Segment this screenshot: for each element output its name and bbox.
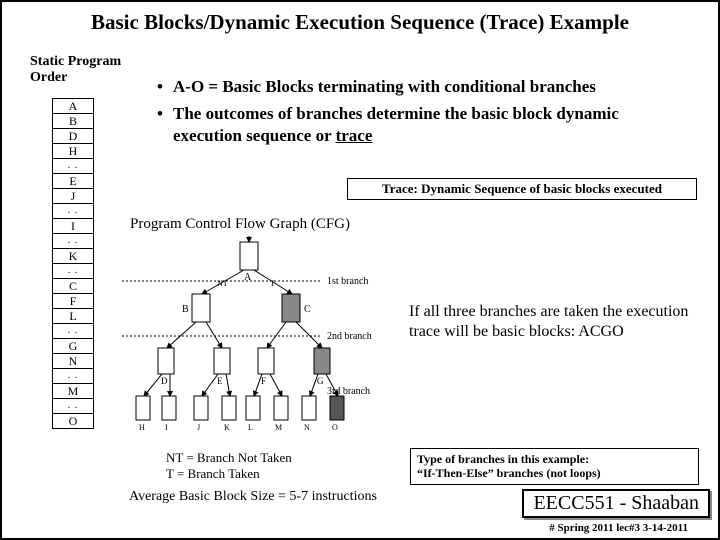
svg-text:K: K (224, 423, 230, 432)
block-cell: B (53, 114, 94, 129)
block-cell: F (53, 294, 94, 309)
footer-course-box: EECC551 - Shaaban (522, 489, 710, 518)
block-cell: M (53, 384, 94, 399)
slide-title: Basic Blocks/Dynamic Execution Sequence … (2, 10, 718, 35)
svg-text:H: H (139, 423, 145, 432)
block-cell: D (53, 129, 94, 144)
block-cell: H (53, 144, 94, 159)
legend: NT = Branch Not Taken T = Branch Taken (166, 450, 292, 483)
trace-definition-box: Trace: Dynamic Sequence of basic blocks … (347, 178, 697, 200)
legend-nt: NT = Branch Not Taken (166, 450, 292, 466)
svg-text:G: G (317, 376, 324, 386)
block-cell: I (53, 219, 94, 234)
svg-text:N: N (304, 423, 310, 432)
block-cell: . . (53, 399, 94, 414)
block-cell: E (53, 174, 94, 189)
block-column: ABDH. .EJ. .I. .K. .CFL. .GN. .M. .O (52, 98, 94, 429)
svg-text:E: E (217, 376, 223, 386)
svg-text:J: J (197, 423, 200, 432)
block-cell: . . (53, 204, 94, 219)
bullet-icon: • (147, 76, 173, 97)
block-cell: . . (53, 159, 94, 174)
block-cell: . . (53, 324, 94, 339)
branch-1-label: 1st branch (327, 276, 368, 287)
svg-text:B: B (182, 304, 189, 315)
static-order-label: Static Program Order (30, 54, 121, 86)
bullet-icon: • (147, 103, 173, 146)
svg-text:L: L (248, 423, 253, 432)
block-cell: L (53, 309, 94, 324)
block-cell: . . (53, 264, 94, 279)
trace-example-text: If all three branches are taken the exec… (409, 302, 694, 342)
bullet-1: A-O = Basic Blocks terminating with cond… (173, 76, 687, 97)
branch-2-label: 2nd branch (327, 331, 372, 342)
svg-text:D: D (161, 376, 168, 386)
svg-text:O: O (332, 423, 338, 432)
block-cell: O (53, 414, 94, 429)
cfg-diagram: 1st branch 2nd branch 3rd branch A NT T … (122, 236, 382, 436)
branch-type-box: Type of branches in this example: “If-Th… (410, 448, 699, 485)
svg-text:A: A (244, 272, 252, 283)
block-cell: J (53, 189, 94, 204)
bullet-list: • A-O = Basic Blocks terminating with co… (147, 76, 687, 152)
block-cell: N (53, 354, 94, 369)
svg-text:I: I (165, 423, 168, 432)
footer-date: # Spring 2011 lec#3 3-14-2011 (549, 522, 688, 534)
block-cell: K (53, 249, 94, 264)
bullet-2: The outcomes of branches determine the b… (173, 103, 687, 146)
svg-text:NT: NT (217, 279, 228, 288)
block-cell: . . (53, 234, 94, 249)
block-cell: A (53, 99, 94, 114)
svg-text:T: T (270, 279, 275, 288)
block-cell: C (53, 279, 94, 294)
legend-t: T = Branch Taken (166, 466, 292, 482)
block-cell: G (53, 339, 94, 354)
block-cell: . . (53, 369, 94, 384)
avg-block-size: Average Basic Block Size = 5-7 instructi… (129, 489, 377, 505)
svg-text:M: M (275, 423, 282, 432)
svg-text:C: C (304, 304, 311, 315)
cfg-label: Program Control Flow Graph (CFG) (130, 216, 350, 233)
svg-text:F: F (261, 376, 266, 386)
